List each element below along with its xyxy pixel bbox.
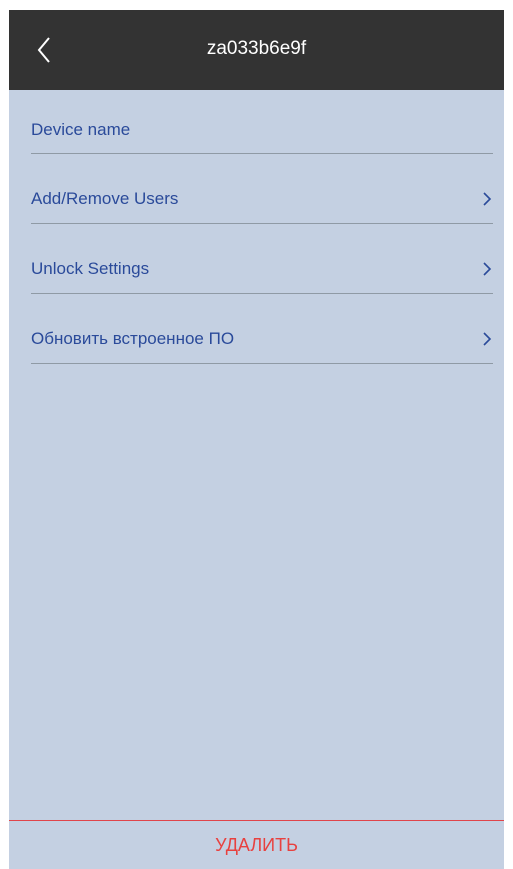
chevron-right-icon bbox=[483, 332, 492, 346]
device-name-label: Device name bbox=[31, 120, 131, 139]
divider bbox=[31, 223, 493, 224]
firmware-update-label: Обновить встроенное ПО bbox=[31, 329, 235, 348]
add-remove-users-label: Add/Remove Users bbox=[31, 189, 179, 208]
divider bbox=[31, 293, 493, 294]
unlock-settings-label: Unlock Settings bbox=[31, 259, 150, 278]
divider bbox=[31, 363, 493, 364]
top-bar: za033b6e9f bbox=[9, 10, 504, 90]
divider bbox=[31, 153, 493, 154]
device-name-item[interactable]: Device name bbox=[31, 95, 493, 165]
delete-button[interactable]: УДАЛИТЬ bbox=[9, 821, 504, 869]
page-title: za033b6e9f bbox=[206, 38, 307, 59]
chevron-right-icon bbox=[483, 262, 492, 276]
chevron-right-icon bbox=[483, 192, 492, 206]
device-settings-screen: za033b6e9f Device name Add/Remove Users … bbox=[9, 10, 504, 869]
